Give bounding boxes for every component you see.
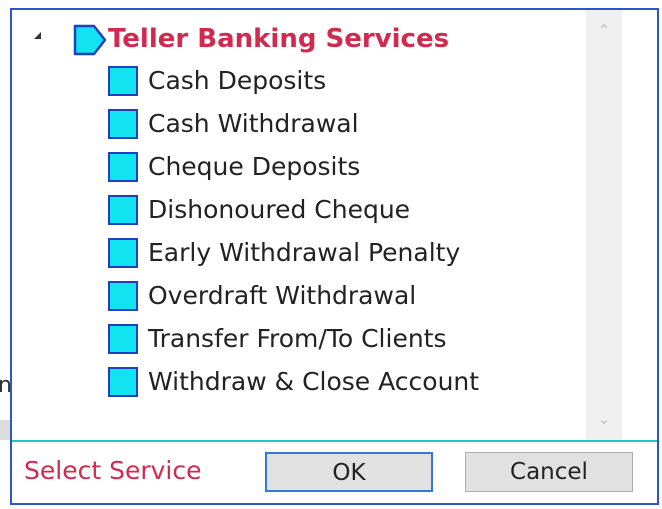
cancel-button[interactable]: Cancel (465, 452, 633, 492)
tree-item-transfer-from-to-clients[interactable]: Transfer From/To Clients (108, 320, 588, 360)
tree-item-dishonoured-cheque[interactable]: Dishonoured Cheque (108, 191, 588, 231)
service-square-icon (108, 109, 138, 139)
service-square-icon (108, 281, 138, 311)
tree-item-label: Cheque Deposits (148, 152, 361, 181)
service-square-icon (108, 367, 138, 397)
collapse-triangle-icon[interactable] (34, 32, 41, 39)
select-service-dialog: Teller Banking Services Cash Deposits Ca… (10, 8, 659, 505)
tree-item-label: Early Withdrawal Penalty (148, 238, 461, 267)
ok-button[interactable]: OK (265, 452, 433, 492)
scroll-up-arrow-icon[interactable]: ⌃ (586, 16, 622, 46)
tree-item-label: Dishonoured Cheque (148, 195, 411, 224)
tree-item-label: Transfer From/To Clients (148, 324, 447, 353)
tree-item-label: Cash Deposits (148, 66, 327, 95)
service-square-icon (108, 195, 138, 225)
service-square-icon (108, 238, 138, 268)
tree-item-cash-withdrawal[interactable]: Cash Withdrawal (108, 105, 588, 145)
tree-item-label: Cash Withdrawal (148, 109, 359, 138)
tree-item-overdraft-withdrawal[interactable]: Overdraft Withdrawal (108, 277, 588, 317)
tree-root-label: Teller Banking Services (108, 24, 450, 54)
tree-item-label: Withdraw & Close Account (148, 367, 480, 396)
select-service-label: Select Service (24, 456, 202, 485)
service-square-icon (108, 152, 138, 182)
vertical-scrollbar[interactable]: ⌃ ⌄ (586, 10, 622, 440)
folder-tag-icon (73, 24, 107, 56)
tree-item-label: Overdraft Withdrawal (148, 281, 417, 310)
tree-item-early-withdrawal-penalty[interactable]: Early Withdrawal Penalty (108, 234, 588, 274)
tree-root-teller-banking-services[interactable]: Teller Banking Services (12, 20, 572, 60)
background-strip (0, 420, 10, 440)
dialog-footer: Select Service OK Cancel (12, 442, 657, 503)
scroll-down-arrow-icon[interactable]: ⌄ (586, 404, 622, 434)
tree-item-cheque-deposits[interactable]: Cheque Deposits (108, 148, 588, 188)
service-square-icon (108, 66, 138, 96)
service-tree[interactable]: Teller Banking Services Cash Deposits Ca… (12, 10, 622, 440)
service-square-icon (108, 324, 138, 354)
tree-item-cash-deposits[interactable]: Cash Deposits (108, 62, 588, 102)
tree-item-withdraw-close-account[interactable]: Withdraw & Close Account (108, 363, 588, 403)
